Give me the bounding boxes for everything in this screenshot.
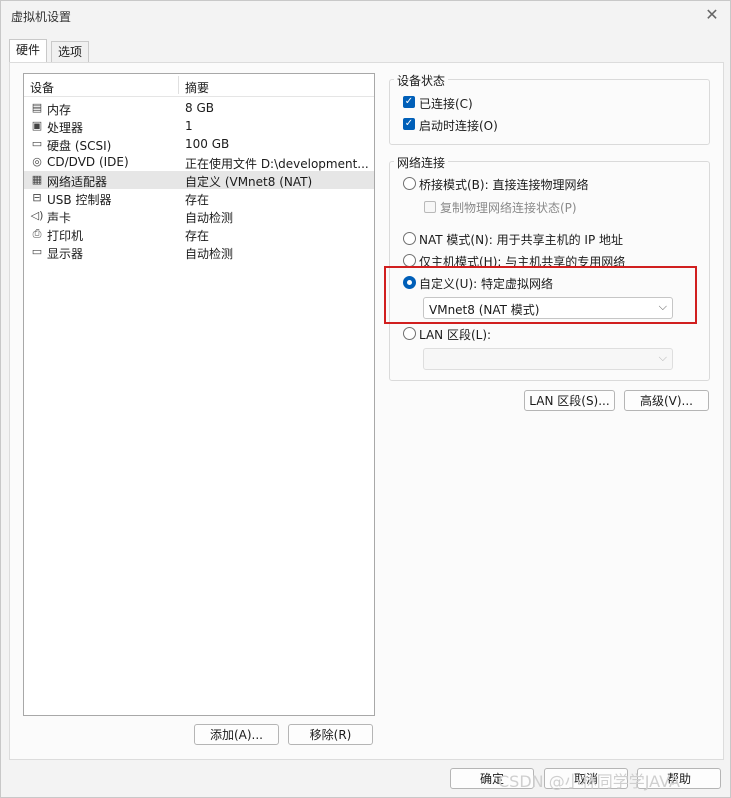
device-status-title: 设备状态 xyxy=(394,72,449,89)
device-name: 显示器 xyxy=(47,247,84,261)
device-row-usb[interactable]: ⊟ USB 控制器 存在 xyxy=(24,189,374,207)
column-separator[interactable] xyxy=(178,76,179,94)
remove-device-button[interactable]: 移除(R) xyxy=(288,724,373,745)
device-row-processor[interactable]: ▣ 处理器 1 xyxy=(24,117,374,135)
device-row-display[interactable]: ▭ 显示器 自动检测 xyxy=(24,243,374,261)
close-icon[interactable]: ✕ xyxy=(702,5,722,25)
lan-segment-label[interactable]: LAN 区段(L): xyxy=(419,326,491,343)
highlight-box xyxy=(384,266,697,324)
usb-icon: ⊟ xyxy=(32,191,42,204)
cd-dvd-icon: ◎ xyxy=(32,155,42,168)
device-list-header: 设备 摘要 xyxy=(24,74,374,97)
window-title: 虚拟机设置 xyxy=(11,10,72,24)
tab-hardware-label: 硬件 xyxy=(16,43,41,57)
cpu-icon: ▣ xyxy=(31,119,43,132)
device-row-network-adapter[interactable]: ▦ 网络适配器 自定义 (VMnet8 (NAT) xyxy=(24,171,374,189)
tab-options-label: 选项 xyxy=(58,45,83,59)
device-name: 处理器 xyxy=(47,121,84,135)
lan-segment-radio[interactable] xyxy=(403,327,416,340)
device-summary: 存在 xyxy=(185,193,210,207)
memory-icon: ▤ xyxy=(31,101,43,114)
tab-options[interactable]: 选项 xyxy=(51,41,90,63)
chevron-down-icon: ⌵ xyxy=(658,351,667,364)
device-summary: 8 GB xyxy=(185,101,214,115)
lan-segments-button[interactable]: LAN 区段(S)... xyxy=(524,390,615,411)
bridged-radio[interactable] xyxy=(403,177,416,190)
connected-label[interactable]: 已连接(C) xyxy=(419,95,473,112)
device-name: USB 控制器 xyxy=(47,193,112,207)
connect-at-power-on-checkbox[interactable]: ✓ xyxy=(403,118,415,130)
device-summary: 自动检测 xyxy=(185,247,234,261)
device-name: 硬盘 (SCSI) xyxy=(47,139,112,153)
monitor-icon: ▭ xyxy=(31,245,43,258)
device-summary: 100 GB xyxy=(185,137,230,151)
title-bar: 虚拟机设置 ✕ xyxy=(1,1,730,31)
device-name: CD/DVD (IDE) xyxy=(47,155,129,169)
nat-label[interactable]: NAT 模式(N): 用于共享主机的 IP 地址 xyxy=(419,231,623,248)
lan-segment-select[interactable]: ⌵ xyxy=(423,348,673,370)
connect-at-power-on-label[interactable]: 启动时连接(O) xyxy=(419,117,498,134)
device-name: 声卡 xyxy=(47,211,72,225)
hard-disk-icon: ▭ xyxy=(31,137,43,150)
nat-radio[interactable] xyxy=(403,232,416,245)
device-row-cd-dvd[interactable]: ◎ CD/DVD (IDE) 正在使用文件 D:\development... xyxy=(24,153,374,171)
device-row-printer[interactable]: ⎙ 打印机 存在 xyxy=(24,225,374,243)
device-row-sound[interactable]: ◁) 声卡 自动检测 xyxy=(24,207,374,225)
replicate-state-label[interactable]: 复制物理网络连接状态(P) xyxy=(440,199,577,216)
network-adapter-icon: ▦ xyxy=(31,173,43,186)
column-header-summary[interactable]: 摘要 xyxy=(185,79,209,96)
connected-checkbox[interactable]: ✓ xyxy=(403,96,415,108)
watermark: CSDN @小林同学学JAVA xyxy=(498,772,680,791)
device-list[interactable]: 设备 摘要 ▤ 内存 8 GB ▣ 处理器 1 ▭ 硬盘 (SCSI) 100 … xyxy=(23,73,375,716)
device-summary: 自定义 (VMnet8 (NAT) xyxy=(185,175,313,189)
device-row-memory[interactable]: ▤ 内存 8 GB xyxy=(24,99,374,117)
dialog-window: 虚拟机设置 ✕ 硬件 选项 设备 摘要 ▤ 内存 8 GB ▣ 处理器 1 ▭ … xyxy=(0,0,731,798)
replicate-state-checkbox[interactable] xyxy=(424,201,436,213)
bridged-label[interactable]: 桥接模式(B): 直接连接物理网络 xyxy=(419,176,588,193)
speaker-icon: ◁) xyxy=(30,209,44,222)
device-summary: 1 xyxy=(185,119,193,133)
network-connection-title: 网络连接 xyxy=(394,154,449,171)
device-name: 打印机 xyxy=(47,229,84,243)
device-summary: 正在使用文件 D:\development... xyxy=(185,157,369,171)
advanced-button[interactable]: 高级(V)... xyxy=(624,390,709,411)
device-name: 内存 xyxy=(47,103,72,117)
tab-hardware[interactable]: 硬件 xyxy=(9,39,48,64)
device-name: 网络适配器 xyxy=(47,175,108,189)
device-summary: 自动检测 xyxy=(185,211,234,225)
printer-icon: ⎙ xyxy=(32,227,42,240)
device-row-hard-disk[interactable]: ▭ 硬盘 (SCSI) 100 GB xyxy=(24,135,374,153)
column-header-device[interactable]: 设备 xyxy=(30,79,54,96)
device-summary: 存在 xyxy=(185,229,210,243)
add-device-button[interactable]: 添加(A)... xyxy=(194,724,279,745)
